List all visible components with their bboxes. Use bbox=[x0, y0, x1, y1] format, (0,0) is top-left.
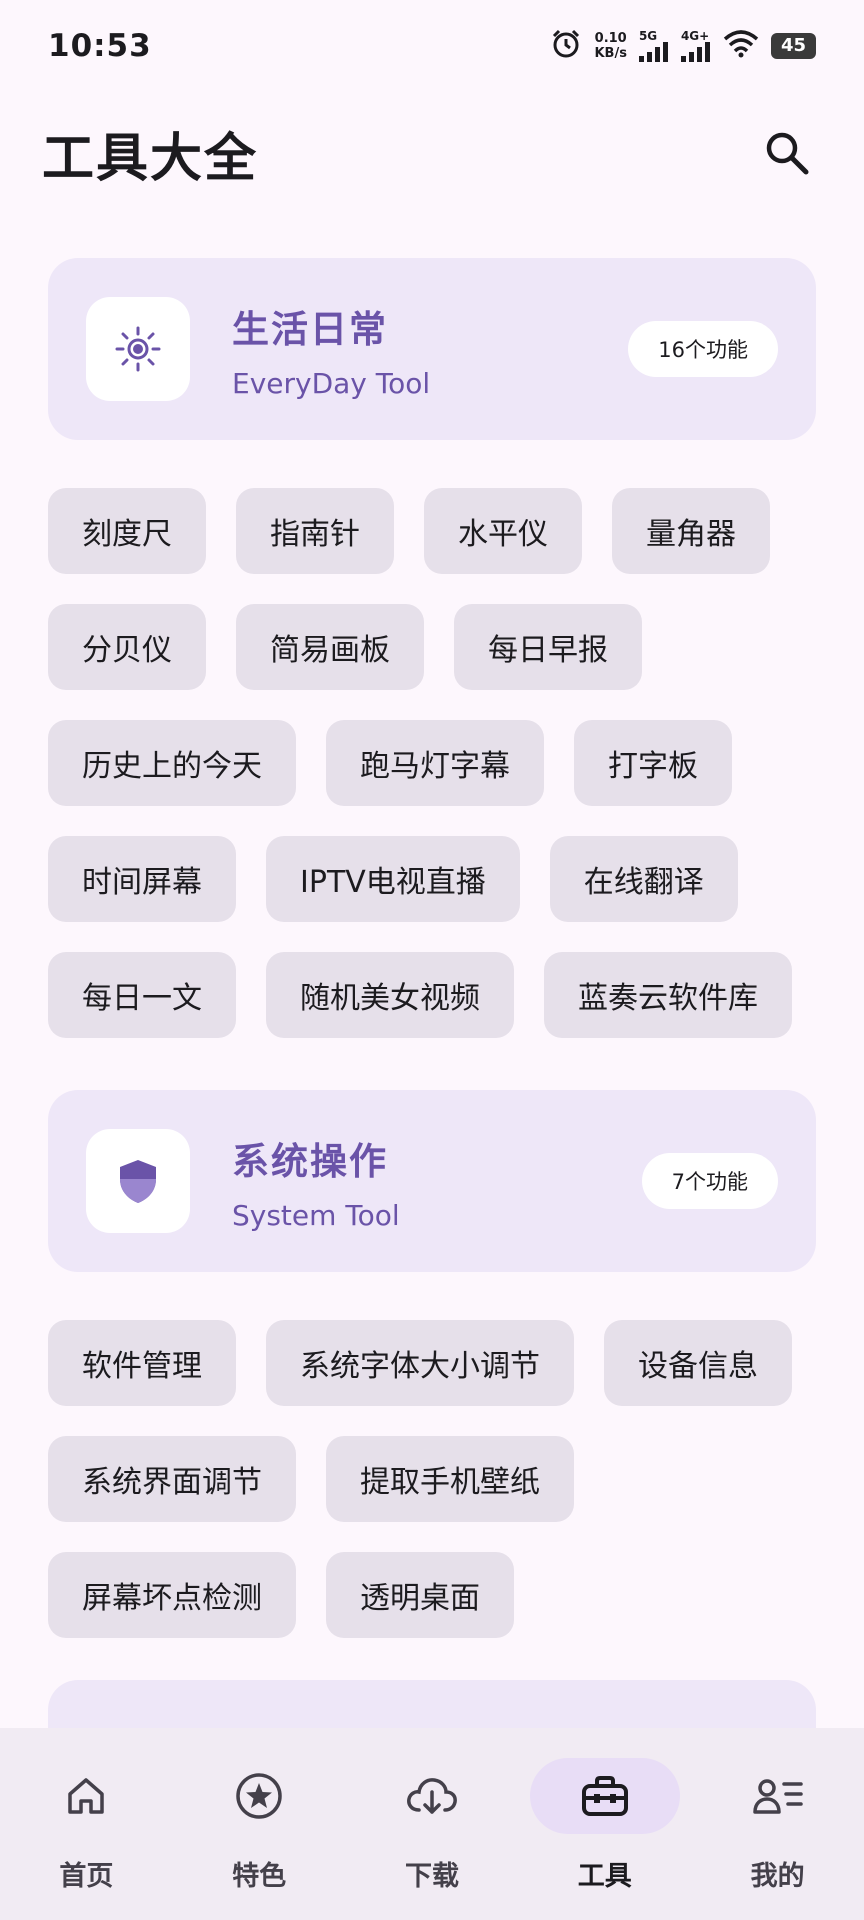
tool-chip[interactable]: 每日早报 bbox=[454, 604, 642, 690]
tool-chip[interactable]: 蓝奏云软件库 bbox=[544, 952, 792, 1038]
category-subtitle: System Tool bbox=[232, 1198, 400, 1232]
nav-label: 首页 bbox=[59, 1861, 114, 1892]
search-icon bbox=[766, 132, 809, 175]
page-title: 工具大全 bbox=[42, 128, 259, 189]
alarm-icon bbox=[550, 28, 582, 64]
tool-chip[interactable]: 简易画板 bbox=[236, 604, 424, 690]
tool-chip[interactable]: 时间屏幕 bbox=[48, 836, 236, 922]
net-speed: 0.10 KB/s bbox=[594, 31, 626, 61]
tool-chip[interactable]: 设备信息 bbox=[604, 1320, 792, 1406]
tool-chip[interactable]: 水平仪 bbox=[424, 488, 582, 574]
signal-4g: 4G+ bbox=[680, 29, 711, 62]
tool-chip[interactable]: 系统字体大小调节 bbox=[266, 1320, 574, 1406]
cloud-download-icon bbox=[407, 1778, 457, 1814]
tool-chip[interactable]: 随机美女视频 bbox=[266, 952, 514, 1038]
category-card-everyday[interactable]: 生活日常 EveryDay Tool 16个功能 bbox=[48, 258, 816, 440]
nav-label: 工具 bbox=[577, 1861, 632, 1892]
battery-indicator: 45 bbox=[770, 33, 816, 59]
shield-icon bbox=[120, 1160, 156, 1203]
category-icon-box bbox=[86, 297, 190, 401]
tool-chip[interactable]: 跑马灯字幕 bbox=[326, 720, 544, 806]
tool-chips-everyday: 刻度尺 指南针 水平仪 量角器 分贝仪 简易画板 每日早报 历史上的今天 跑马灯… bbox=[48, 488, 816, 1038]
star-icon bbox=[236, 1773, 282, 1819]
header: 工具大全 bbox=[42, 118, 822, 189]
profile-list-icon bbox=[752, 1779, 803, 1814]
net-speed-unit: KB/s bbox=[594, 46, 627, 61]
nav-icon-wrap bbox=[703, 1758, 853, 1834]
nav-icon-wrap bbox=[11, 1758, 161, 1834]
category-text: 系统操作 System Tool bbox=[232, 1131, 642, 1232]
search-button[interactable] bbox=[752, 118, 822, 188]
tool-chip[interactable]: IPTV电视直播 bbox=[266, 836, 520, 922]
tool-chip[interactable]: 分贝仪 bbox=[48, 604, 206, 690]
nav-item-profile[interactable]: 我的 bbox=[692, 1728, 864, 1893]
nav-item-tools[interactable]: 工具 bbox=[519, 1728, 691, 1893]
tool-chip[interactable]: 量角器 bbox=[612, 488, 770, 574]
nav-label: 特色 bbox=[232, 1861, 287, 1892]
nav-icon-wrap bbox=[357, 1758, 507, 1834]
sun-icon bbox=[115, 326, 161, 372]
category-title: 生活日常 bbox=[232, 307, 388, 351]
tool-chip[interactable]: 透明桌面 bbox=[326, 1552, 514, 1638]
category-icon-box bbox=[86, 1129, 190, 1233]
nav-icon-wrap-active bbox=[529, 1758, 680, 1834]
category-title: 系统操作 bbox=[232, 1139, 388, 1183]
status-icons: 0.10 KB/s 5G 4G+ 45 bbox=[550, 28, 816, 64]
feature-count-badge: 7个功能 bbox=[641, 1153, 778, 1209]
tool-chip[interactable]: 刻度尺 bbox=[48, 488, 206, 574]
signal-label-1: 5G bbox=[638, 29, 658, 43]
nav-item-download[interactable]: 下载 bbox=[346, 1728, 518, 1893]
tool-chip[interactable]: 每日一文 bbox=[48, 952, 236, 1038]
tool-chip[interactable]: 屏幕坏点检测 bbox=[48, 1552, 296, 1638]
signal-bars-icon bbox=[680, 42, 710, 62]
category-card-system[interactable]: 系统操作 System Tool 7个功能 bbox=[48, 1090, 816, 1272]
nav-label: 下载 bbox=[404, 1861, 459, 1892]
nav-icon-wrap bbox=[184, 1758, 334, 1834]
nav-label: 我的 bbox=[750, 1861, 805, 1892]
tool-chip[interactable]: 系统界面调节 bbox=[48, 1436, 296, 1522]
tool-chip[interactable]: 软件管理 bbox=[48, 1320, 236, 1406]
signal-bars-icon bbox=[638, 42, 668, 62]
nav-item-home[interactable]: 首页 bbox=[0, 1728, 172, 1893]
signal-label-2: 4G+ bbox=[680, 29, 710, 43]
wifi-icon bbox=[723, 30, 759, 62]
signal-5g: 5G bbox=[638, 29, 669, 62]
category-text: 生活日常 EveryDay Tool bbox=[232, 299, 628, 400]
status-bar: 10:53 0.10 KB/s 5G 4G+ 45 bbox=[0, 0, 864, 92]
home-icon bbox=[68, 1778, 105, 1814]
status-time: 10:53 bbox=[48, 28, 152, 64]
category-subtitle: EveryDay Tool bbox=[232, 366, 431, 400]
tool-chips-system: 软件管理 系统字体大小调节 设备信息 系统界面调节 提取手机壁纸 屏幕坏点检测 … bbox=[48, 1320, 816, 1638]
tool-list: 生活日常 EveryDay Tool 16个功能 刻度尺 指南针 水平仪 量角器… bbox=[48, 258, 816, 1690]
feature-count-badge: 16个功能 bbox=[628, 321, 778, 377]
tool-chip[interactable]: 历史上的今天 bbox=[48, 720, 296, 806]
bottom-nav: 首页 特色 下载 工具 我的 bbox=[0, 1728, 864, 1920]
toolbox-icon bbox=[581, 1776, 628, 1816]
tool-chip[interactable]: 在线翻译 bbox=[549, 836, 738, 922]
nav-item-featured[interactable]: 特色 bbox=[173, 1728, 345, 1893]
tool-chip[interactable]: 指南针 bbox=[236, 488, 394, 574]
tool-chip[interactable]: 打字板 bbox=[574, 720, 732, 806]
net-speed-value: 0.10 bbox=[594, 31, 627, 46]
tool-chip[interactable]: 提取手机壁纸 bbox=[326, 1436, 574, 1522]
